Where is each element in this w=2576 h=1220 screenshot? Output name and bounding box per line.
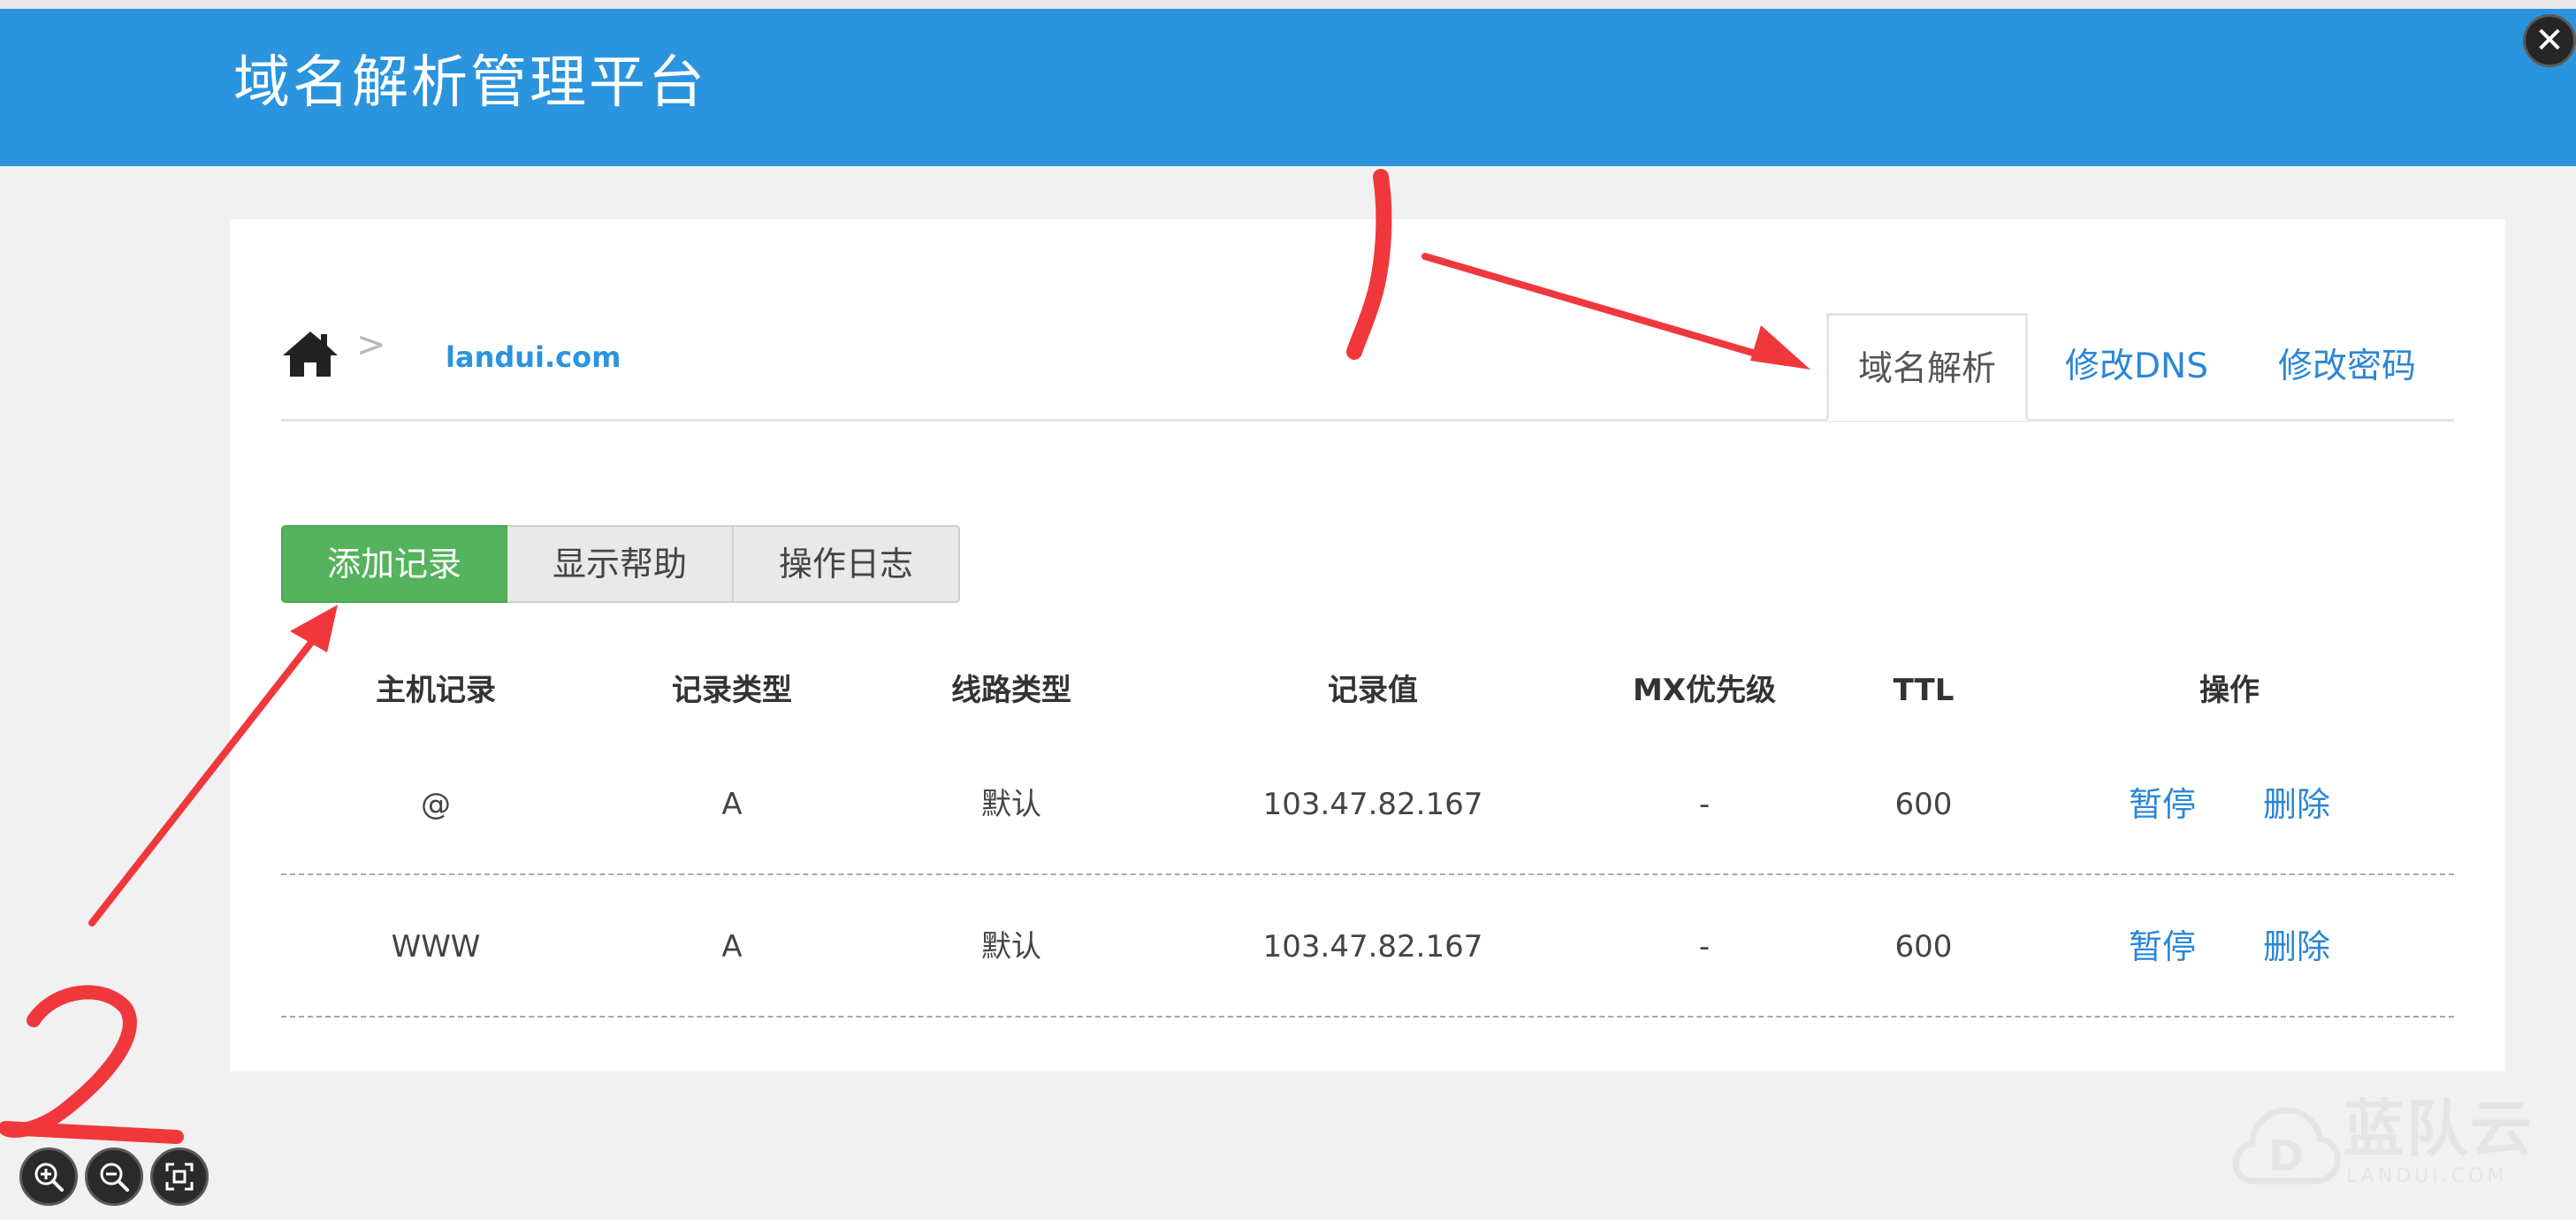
svg-text:D: D: [2268, 1132, 2304, 1181]
column-header-host: 主机记录: [376, 673, 496, 708]
cell-type: A: [721, 787, 743, 822]
header-bar: 域名解析管理平台: [0, 9, 2576, 166]
tab-modify-dns[interactable]: 修改DNS: [2035, 313, 2238, 421]
zoom-in-button[interactable]: [19, 1148, 78, 1206]
fullscreen-icon: [165, 1163, 194, 1191]
page-title: 域名解析管理平台: [233, 50, 707, 116]
close-button[interactable]: ✕: [2523, 14, 2576, 67]
column-header-mx: MX优先级: [1632, 673, 1777, 708]
cell-ttl: 600: [1894, 787, 1953, 822]
pause-link[interactable]: 暂停: [2129, 788, 2196, 821]
pause-link[interactable]: 暂停: [2129, 930, 2196, 964]
watermark-text: 蓝队云: [2343, 1093, 2534, 1165]
image-viewer-frame: 域名解析管理平台 ✕ > landui.com 域名解析 修改DNS 修改密码 …: [0, 0, 2576, 1220]
tab-modify-password[interactable]: 修改密码: [2245, 313, 2449, 421]
table-row: @ A 默认 103.47.82.167 - 600 暂停 删除: [281, 787, 2454, 828]
cell-value: 103.47.82.167: [1262, 929, 1483, 965]
row-divider: [281, 873, 2454, 875]
cell-mx: -: [1698, 929, 1711, 965]
zoom-out-button[interactable]: [85, 1148, 143, 1206]
cell-ttl: 600: [1894, 929, 1953, 965]
operation-log-button[interactable]: 操作日志: [734, 525, 960, 603]
zoom-out-icon: [100, 1163, 129, 1192]
cell-host: @: [421, 787, 451, 822]
action-button-group: 添加记录 显示帮助 操作日志: [281, 525, 960, 603]
cell-host: WWW: [391, 929, 481, 965]
annotation-number-2: [0, 985, 184, 1144]
cloud-logo-icon: D: [2232, 1107, 2341, 1185]
fullscreen-button[interactable]: [150, 1148, 209, 1206]
row-divider: [281, 1016, 2454, 1018]
delete-link[interactable]: 删除: [2263, 930, 2330, 964]
watermark-subtext: LANDUI.COM: [2346, 1165, 2508, 1187]
cell-type: A: [721, 929, 743, 965]
column-header-type: 记录类型: [672, 673, 792, 708]
add-record-button[interactable]: 添加记录: [281, 525, 507, 603]
tab-dns-resolution[interactable]: 域名解析: [1826, 313, 2028, 421]
delete-link[interactable]: 删除: [2263, 788, 2330, 821]
cell-mx: -: [1698, 787, 1711, 822]
column-header-line: 线路类型: [951, 673, 1071, 708]
breadcrumb-separator: >: [356, 324, 386, 365]
frame-top-edge: [0, 0, 2576, 9]
watermark-logo: D 蓝队云 LANDUI.COM: [2228, 1093, 2564, 1199]
column-header-value: 记录值: [1328, 673, 1418, 708]
breadcrumb-domain[interactable]: landui.com: [446, 343, 621, 371]
cell-line: 默认: [981, 929, 1041, 965]
close-icon: ✕: [2534, 20, 2565, 61]
table-row: WWW A 默认 103.47.82.167 - 600 暂停 删除: [281, 929, 2454, 971]
cell-line: 默认: [981, 787, 1041, 822]
show-help-button[interactable]: 显示帮助: [507, 525, 734, 603]
cell-value: 103.47.82.167: [1262, 787, 1483, 822]
table-header: 主机记录 记录类型 线路类型 记录值 MX优先级 TTL 操作: [281, 675, 2454, 711]
home-icon[interactable]: [281, 329, 339, 378]
zoom-in-icon: [34, 1163, 64, 1192]
column-header-ttl: TTL: [1893, 673, 1955, 708]
column-header-actions: 操作: [2199, 673, 2260, 708]
